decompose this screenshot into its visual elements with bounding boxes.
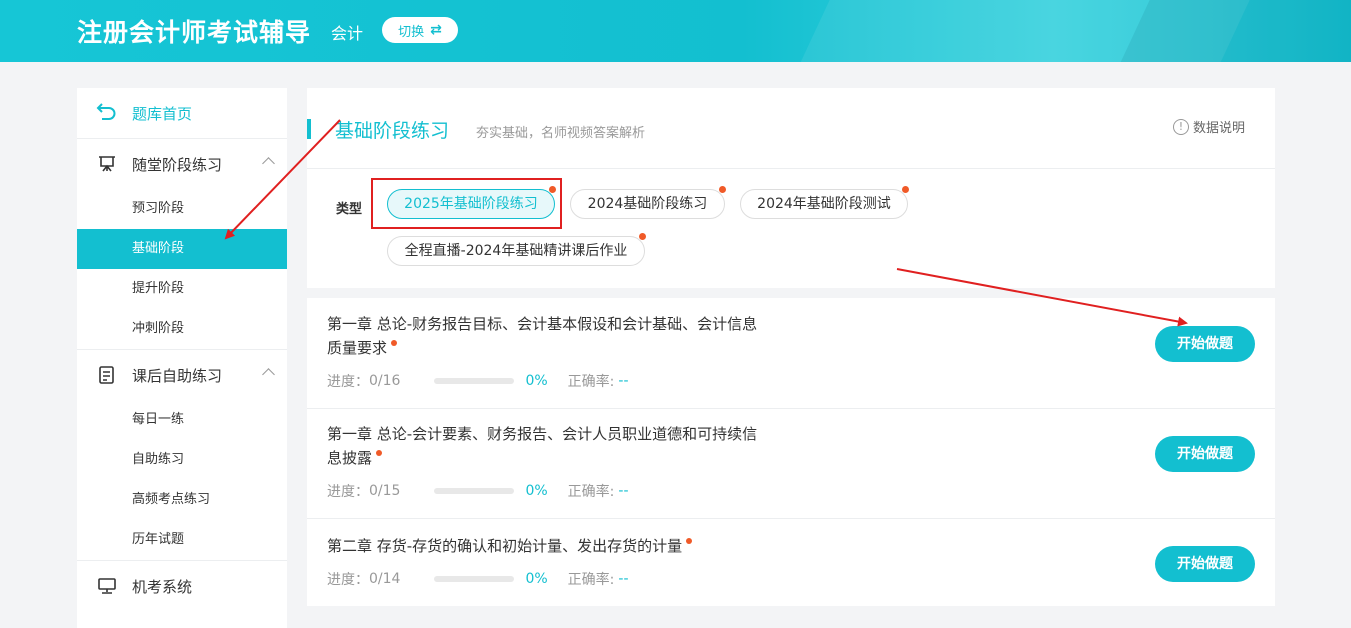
annotation-arrow <box>224 119 341 240</box>
annotation-arrow <box>896 268 1188 327</box>
annotation-arrows <box>224 119 1188 327</box>
